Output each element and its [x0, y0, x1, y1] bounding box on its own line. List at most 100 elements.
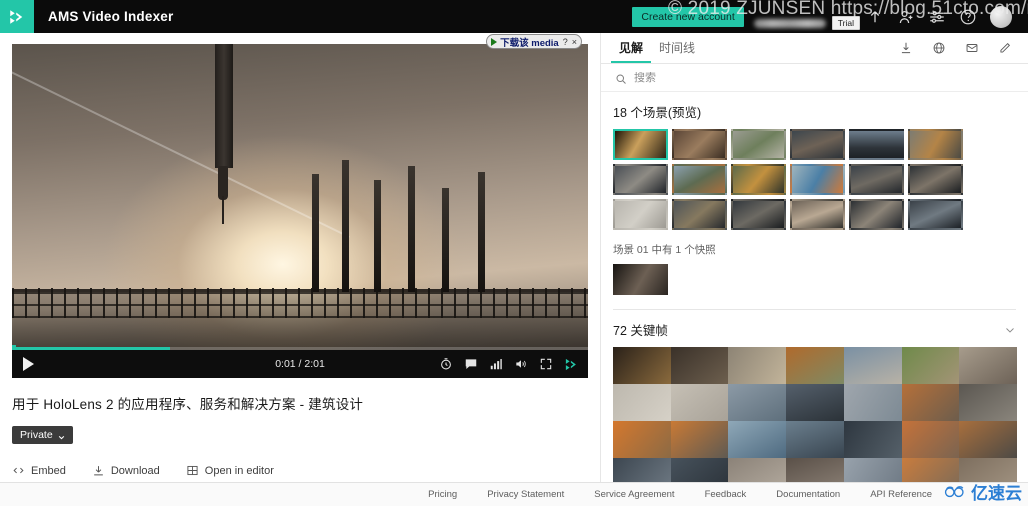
download-media-popup[interactable]: 下载该 media ? × [486, 34, 582, 49]
insights-panel: 见解 时间线 搜索 18 个场景(预览) 场景 01 中有 1 个快照 72 关… [600, 33, 1028, 506]
quality-bars-icon[interactable] [489, 357, 503, 371]
keyframe-tile[interactable] [670, 421, 729, 458]
tower-4 [408, 166, 415, 292]
embed-label: Embed [31, 464, 66, 477]
scaffolding [12, 288, 588, 318]
keyframe-tile[interactable] [959, 347, 1017, 384]
settings-sliders-icon[interactable] [928, 8, 946, 26]
insights-tabs: 见解 时间线 [601, 33, 1028, 64]
scene-snapshot-thumbnail[interactable] [613, 264, 668, 295]
scene-thumbnail[interactable] [613, 129, 668, 160]
user-avatar[interactable] [990, 5, 1012, 28]
scene-thumbnail[interactable] [908, 164, 963, 195]
scene-thumbnail[interactable] [849, 129, 904, 160]
keyframe-tile[interactable] [843, 384, 902, 421]
keyframe-tile[interactable] [728, 421, 787, 458]
keyframe-tile[interactable] [901, 384, 960, 421]
download-icon[interactable] [899, 41, 913, 55]
edit-pencil-icon[interactable] [998, 41, 1012, 55]
video-indexer-play-icon [8, 8, 26, 26]
scene-snapshot-note: 场景 01 中有 1 个快照 [613, 244, 716, 256]
popup-play-icon [491, 37, 498, 46]
chevron-down-icon [58, 432, 65, 439]
play-button[interactable] [23, 357, 34, 371]
open-in-editor-button[interactable]: Open in editor [186, 464, 274, 477]
keyframe-tile[interactable] [901, 347, 960, 384]
create-new-account-button[interactable]: Create new account [632, 6, 744, 27]
volume-icon[interactable] [514, 357, 528, 371]
scene-thumbnail[interactable] [790, 129, 845, 160]
keyframe-tile[interactable] [613, 421, 671, 458]
scene-thumbnail[interactable] [731, 129, 786, 160]
account-name-redacted [753, 18, 826, 28]
keyframe-tile[interactable] [728, 384, 787, 421]
keyframe-tile[interactable] [728, 347, 787, 384]
scene-thumbnail[interactable] [731, 164, 786, 195]
scene-thumbnail[interactable] [908, 199, 963, 230]
help-icon[interactable] [959, 8, 977, 26]
keyframe-tile[interactable] [613, 347, 671, 384]
keyframe-tile[interactable] [786, 384, 844, 421]
timer-icon[interactable] [439, 357, 453, 371]
scene-thumbnail[interactable] [849, 164, 904, 195]
footer-link-documentation[interactable]: Documentation [776, 489, 840, 500]
scene-thumbnail[interactable] [790, 199, 845, 230]
scene-thumbnail[interactable] [613, 199, 668, 230]
scene-thumbnail[interactable] [613, 164, 668, 195]
chevron-down-icon[interactable] [1004, 324, 1016, 336]
add-user-icon[interactable] [897, 8, 915, 26]
privacy-dropdown[interactable]: Private [12, 426, 73, 444]
keyframe-tile[interactable] [786, 421, 844, 458]
editor-icon [186, 464, 199, 477]
fullscreen-icon[interactable] [539, 357, 553, 371]
app-logo[interactable] [0, 0, 34, 33]
tab-timeline[interactable]: 时间线 [651, 33, 703, 63]
keyframe-tile[interactable] [901, 421, 960, 458]
scene-thumbnail[interactable] [731, 199, 786, 230]
privacy-label: Private [20, 429, 53, 441]
scene-thumbnail[interactable] [849, 199, 904, 230]
keyframe-tile[interactable] [670, 384, 729, 421]
keyframe-tile[interactable] [843, 421, 902, 458]
download-button[interactable]: Download [92, 464, 160, 477]
video-indexer-logo-icon[interactable] [564, 357, 579, 371]
video-frame [12, 44, 588, 378]
keyframes-heading: 72 关键帧 [613, 320, 1016, 339]
video-indexer-app: AMS Video Indexer Create new account Tri… [0, 0, 1028, 506]
footer-link-api-reference[interactable]: API Reference [870, 489, 932, 500]
keyframes-heading-text: 72 关键帧 [613, 324, 668, 338]
keyframe-tile[interactable] [959, 421, 1017, 458]
keyframe-tile[interactable] [786, 347, 844, 384]
app-title: AMS Video Indexer [48, 9, 174, 24]
trial-badge: Trial [831, 15, 860, 30]
share-email-icon[interactable] [965, 41, 979, 55]
embed-button[interactable]: Embed [12, 464, 66, 477]
popup-help-button[interactable]: ? [563, 37, 568, 47]
open-in-editor-label: Open in editor [204, 464, 274, 477]
insights-scroll-area[interactable]: 18 个场景(预览) 场景 01 中有 1 个快照 72 关键帧 [601, 92, 1028, 506]
upload-icon[interactable] [866, 8, 884, 26]
code-icon [12, 464, 25, 477]
keyframe-tile[interactable] [670, 347, 729, 384]
insights-search[interactable] [601, 64, 1028, 92]
footer-bar: Pricing Privacy Statement Service Agreem… [0, 482, 1028, 506]
search-input[interactable] [634, 71, 834, 84]
header-icon-group [866, 5, 1016, 28]
video-player[interactable]: 下载该 media ? × 0:01 / 2:01 [12, 34, 588, 378]
tab-insights[interactable]: 见解 [611, 33, 652, 63]
scene-thumbnail[interactable] [672, 199, 727, 230]
scene-thumbnail[interactable] [790, 164, 845, 195]
keyframe-tile[interactable] [843, 347, 902, 384]
scene-thumbnail[interactable] [908, 129, 963, 160]
keyframe-tile[interactable] [613, 384, 671, 421]
footer-link-privacy-statement[interactable]: Privacy Statement [487, 489, 564, 500]
footer-link-pricing[interactable]: Pricing [428, 489, 457, 500]
translate-globe-icon[interactable] [932, 41, 946, 55]
scene-thumbnail[interactable] [672, 164, 727, 195]
keyframe-tile[interactable] [959, 384, 1017, 421]
footer-link-service-agreement[interactable]: Service Agreement [594, 489, 674, 500]
captions-icon[interactable] [464, 357, 478, 371]
footer-link-feedback[interactable]: Feedback [705, 489, 747, 500]
popup-close-button[interactable]: × [572, 37, 577, 47]
scene-thumbnail[interactable] [672, 129, 727, 160]
